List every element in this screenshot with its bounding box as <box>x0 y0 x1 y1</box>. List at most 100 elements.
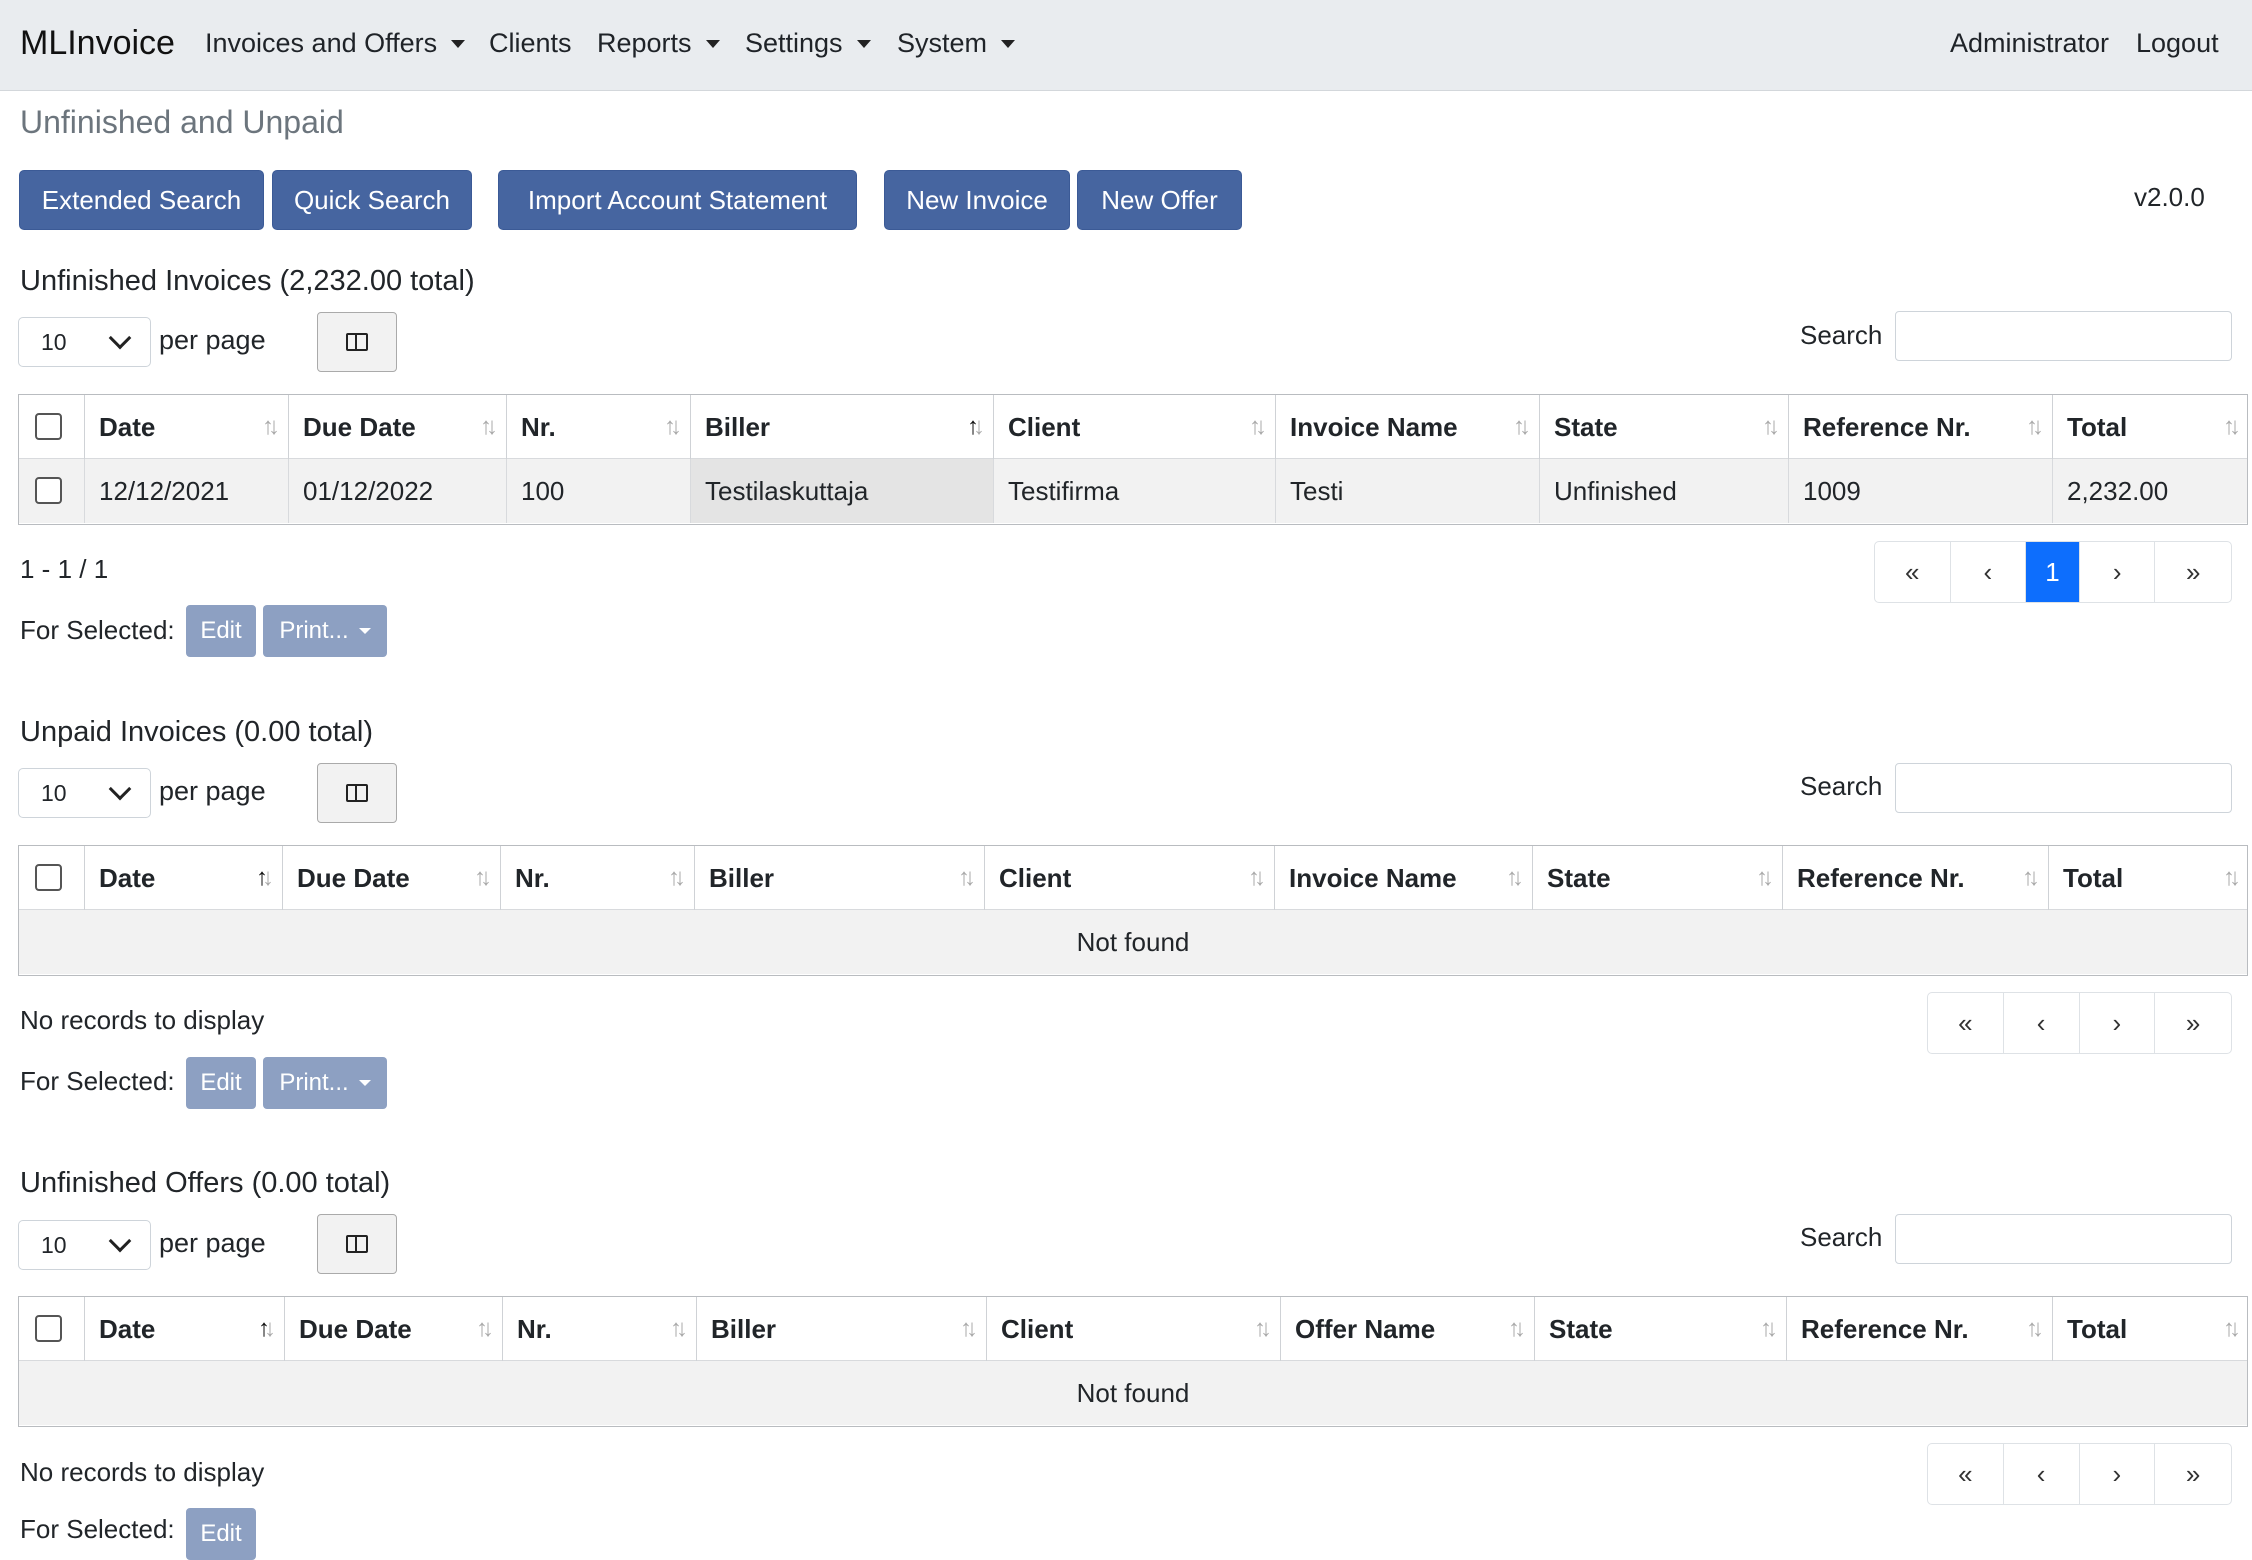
col-invoice-name[interactable]: Invoice Name ↑↓ <box>1275 846 1533 910</box>
sort-icon: ↑↓ <box>1762 413 1780 440</box>
print-selected-button[interactable]: Print... <box>263 1057 387 1109</box>
select-all-cell <box>19 846 85 910</box>
col-date[interactable]: Date ↑↓ <box>85 1297 285 1361</box>
col-label: Reference Nr. <box>1797 862 1965 893</box>
print-selected-button[interactable]: Print... <box>263 605 387 657</box>
prev-page-button[interactable]: ‹ <box>1951 542 2027 602</box>
columns-icon <box>346 1235 368 1253</box>
col-offer-name[interactable]: Offer Name ↑↓ <box>1281 1297 1535 1361</box>
brand-logo[interactable]: MLInvoice <box>20 24 175 63</box>
col-total[interactable]: Total ↑↓ <box>2053 395 2249 459</box>
search-input[interactable] <box>1895 1214 2232 1264</box>
col-label: Due Date <box>303 411 416 442</box>
user-label: Administrator <box>1950 28 2110 58</box>
column-visibility-button[interactable] <box>317 1214 397 1274</box>
select-all-checkbox[interactable] <box>35 864 62 891</box>
column-visibility-button[interactable] <box>317 763 397 823</box>
col-total[interactable]: Total ↑↓ <box>2049 846 2249 910</box>
col-state[interactable]: State ↑↓ <box>1533 846 1783 910</box>
col-due-date[interactable]: Due Date ↑↓ <box>285 1297 503 1361</box>
nav-settings[interactable]: Settings <box>745 28 871 59</box>
column-visibility-button[interactable] <box>317 312 397 372</box>
last-page-button[interactable]: » <box>2155 542 2231 602</box>
edit-selected-button[interactable]: Edit <box>186 1508 256 1560</box>
sort-icon: ↑↓ <box>2223 413 2241 440</box>
col-label: Due Date <box>297 862 410 893</box>
prev-page-button[interactable]: ‹ <box>2004 993 2080 1053</box>
per-page-select[interactable]: 10 <box>18 317 151 367</box>
sort-icon: ↑↓ <box>2022 864 2040 891</box>
col-due-date[interactable]: Due Date ↑↓ <box>283 846 501 910</box>
col-client[interactable]: Client ↑↓ <box>994 395 1276 459</box>
table-row[interactable]: 12/12/2021 01/12/2022 100 Testilaskuttaj… <box>19 459 2247 523</box>
col-reference-nr[interactable]: Reference Nr. ↑↓ <box>1783 846 2049 910</box>
edit-selected-button[interactable]: Edit <box>186 1057 256 1109</box>
col-label: Biller <box>711 1313 777 1344</box>
col-date[interactable]: Date ↑↓ <box>85 846 283 910</box>
col-state[interactable]: State ↑↓ <box>1540 395 1789 459</box>
col-label: Total <box>2067 1313 2128 1344</box>
search-label: Search <box>1800 1222 1883 1252</box>
caret-down-icon <box>358 1080 371 1086</box>
unpaid-invoices-table: Date ↑↓ Due Date ↑↓ Nr. ↑↓ Biller ↑↓ Client ↑… <box>18 845 2248 976</box>
col-biller[interactable]: Biller ↑↓ <box>697 1297 987 1361</box>
col-reference-nr[interactable]: Reference Nr. ↑↓ <box>1789 395 2053 459</box>
nav-user[interactable]: Administrator <box>1950 28 2109 59</box>
sort-icon: ↑↓ <box>2223 864 2241 891</box>
table-header: Date ↑↓ Due Date ↑↓ Nr. ↑↓ Biller ↑↓ Client ↑… <box>19 846 2247 910</box>
last-page-button[interactable]: » <box>2155 1444 2231 1504</box>
for-selected-label: For Selected: <box>20 1066 175 1096</box>
new-offer-button[interactable]: New Offer <box>1077 170 1242 230</box>
per-page-label: per page <box>159 1228 266 1258</box>
nav-label: Settings <box>745 28 843 58</box>
col-reference-nr[interactable]: Reference Nr. ↑↓ <box>1787 1297 2053 1361</box>
col-label: Date <box>99 411 156 442</box>
nav-invoices-and-offers[interactable]: Invoices and Offers <box>205 28 466 59</box>
select-all-checkbox[interactable] <box>35 413 62 440</box>
col-client[interactable]: Client ↑↓ <box>987 1297 1281 1361</box>
sort-icon: ↑↓ <box>958 864 976 891</box>
last-page-button[interactable]: » <box>2155 993 2231 1053</box>
next-page-button[interactable]: › <box>2080 542 2156 602</box>
col-biller[interactable]: Biller ↑↓ <box>695 846 985 910</box>
col-client[interactable]: Client ↑↓ <box>985 846 1275 910</box>
page-1-button[interactable]: 1 <box>2026 542 2080 602</box>
per-page-select[interactable]: 10 <box>18 1220 151 1270</box>
next-page-button[interactable]: › <box>2080 1444 2156 1504</box>
sort-icon: ↑↓ <box>668 864 686 891</box>
next-page-button[interactable]: › <box>2080 993 2156 1053</box>
search-input[interactable] <box>1895 311 2232 361</box>
quick-search-button[interactable]: Quick Search <box>272 170 472 230</box>
edit-selected-button[interactable]: Edit <box>186 605 256 657</box>
col-nr[interactable]: Nr. ↑↓ <box>501 846 695 910</box>
col-due-date[interactable]: Due Date ↑↓ <box>289 395 507 459</box>
col-nr[interactable]: Nr. ↑↓ <box>507 395 691 459</box>
nav-clients[interactable]: Clients <box>489 28 572 59</box>
col-date[interactable]: Date ↑↓ <box>85 395 289 459</box>
per-page-select[interactable]: 10 <box>18 768 151 818</box>
nav-reports[interactable]: Reports <box>597 28 720 59</box>
search-input[interactable] <box>1895 763 2232 813</box>
prev-page-button[interactable]: ‹ <box>2004 1444 2080 1504</box>
caret-down-icon <box>856 39 871 48</box>
col-state[interactable]: State ↑↓ <box>1535 1297 1787 1361</box>
import-account-statement-button[interactable]: Import Account Statement <box>498 170 857 230</box>
sort-icon: ↑↓ <box>1254 1315 1272 1342</box>
unfinished-offers-title: Unfinished Offers (0.00 total) <box>20 1167 391 1199</box>
first-page-button[interactable]: « <box>1928 993 2004 1053</box>
select-all-checkbox[interactable] <box>35 1315 62 1342</box>
logout-link[interactable]: Logout <box>2136 28 2219 59</box>
col-biller[interactable]: Biller ↑↓ <box>691 395 994 459</box>
extended-search-button[interactable]: Extended Search <box>19 170 264 230</box>
nav-system[interactable]: System <box>897 28 1016 59</box>
col-invoice-name[interactable]: Invoice Name ↑↓ <box>1276 395 1540 459</box>
top-navbar: MLInvoice Invoices and Offers Clients Re… <box>0 0 2252 91</box>
first-page-button[interactable]: « <box>1928 1444 2004 1504</box>
col-label: State <box>1554 411 1618 442</box>
pagination: « ‹ › » <box>1927 992 2232 1054</box>
new-invoice-button[interactable]: New Invoice <box>884 170 1070 230</box>
row-checkbox[interactable] <box>35 477 62 504</box>
first-page-button[interactable]: « <box>1875 542 1951 602</box>
col-nr[interactable]: Nr. ↑↓ <box>503 1297 697 1361</box>
col-total[interactable]: Total ↑↓ <box>2053 1297 2249 1361</box>
